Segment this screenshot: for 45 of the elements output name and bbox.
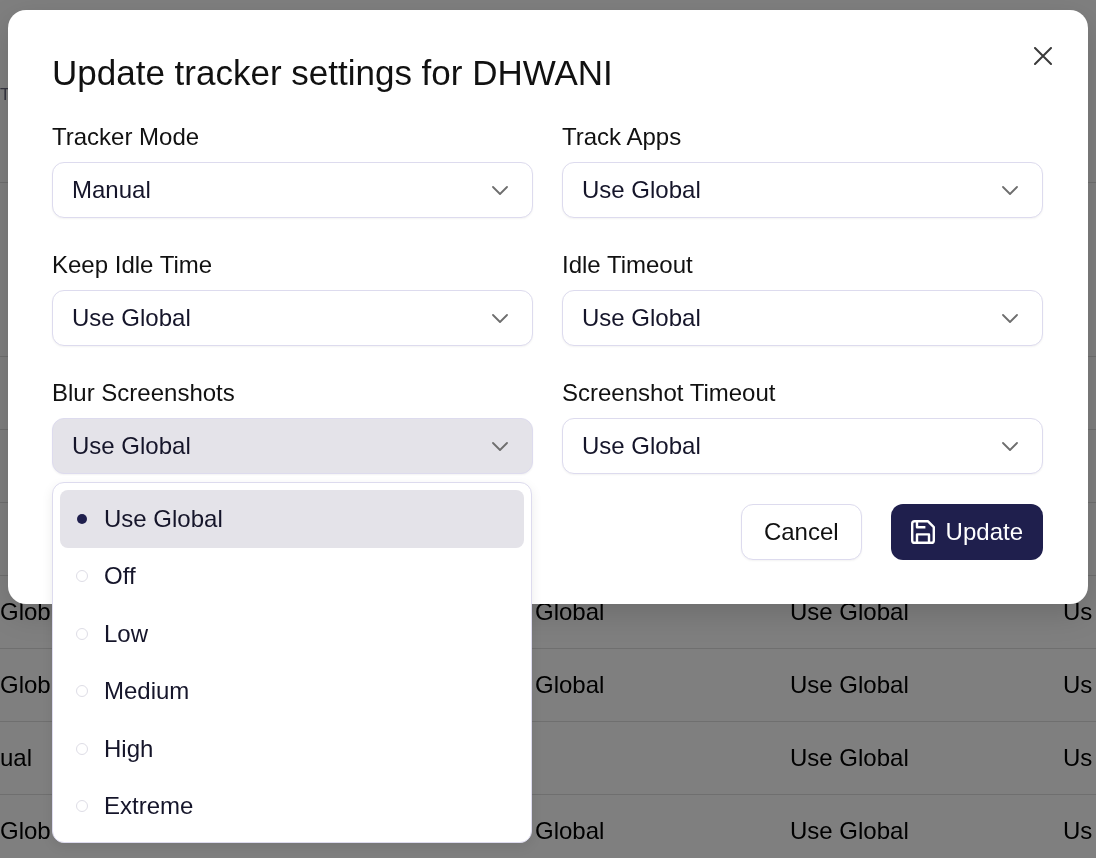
dropdown-option[interactable]: Low	[60, 605, 524, 663]
radio-icon	[77, 513, 87, 524]
save-icon	[910, 520, 935, 544]
select-field[interactable]: Manual	[52, 162, 533, 218]
chevron-down-icon	[492, 313, 508, 323]
close-icon	[1034, 47, 1052, 65]
select-field[interactable]: Use Global	[562, 162, 1043, 218]
field-label: Tracker Mode	[52, 123, 200, 151]
field-label: Keep Idle Time	[52, 251, 213, 279]
field-label: Idle Timeout	[562, 251, 693, 279]
table-cell: Us	[1063, 817, 1093, 845]
select-field[interactable]: Use Global	[562, 290, 1043, 346]
field-label: Blur Screenshots	[52, 379, 235, 407]
dropdown-option[interactable]: High	[60, 720, 524, 778]
table-cell: Glob	[0, 817, 51, 845]
table-cell: Global	[535, 817, 605, 845]
table-cell: Use Global	[790, 598, 909, 626]
dropdown-option[interactable]: Use Global	[60, 490, 524, 548]
table-cell: Glob	[0, 598, 51, 626]
chevron-down-icon	[492, 441, 508, 451]
chevron-down-icon	[492, 185, 508, 195]
table-cell: Global	[535, 598, 605, 626]
dropdown-option[interactable]: Medium	[60, 662, 524, 720]
chevron-down-icon	[1002, 185, 1018, 195]
select-field[interactable]: Use Global	[562, 418, 1043, 474]
table-cell: Use Global	[790, 671, 909, 699]
cancel-button[interactable]: Cancel	[740, 504, 862, 560]
table-cell: ual	[0, 744, 33, 772]
table-cell: Glob	[0, 671, 51, 699]
dropdown-option[interactable]: Extreme	[60, 777, 524, 835]
table-cell: Global	[535, 671, 605, 699]
chevron-down-icon	[1002, 313, 1018, 323]
field-label: Screenshot Timeout	[562, 379, 776, 407]
dropdown-option[interactable]: Off	[60, 547, 524, 605]
table-cell: Us	[1063, 671, 1093, 699]
chevron-down-icon	[1002, 441, 1018, 451]
table-cell: Use Global	[790, 817, 909, 845]
select-field[interactable]: Use Global	[52, 290, 533, 346]
table-cell: Us	[1063, 744, 1093, 772]
select-field[interactable]: Use Global	[52, 418, 533, 474]
dialog-title: Update tracker settings for DHWANI	[52, 52, 613, 94]
update-button[interactable]: Update	[890, 504, 1043, 560]
table-cell: Us	[1063, 598, 1093, 626]
field-label: Track Apps	[562, 123, 682, 151]
table-cell: Use Global	[790, 744, 909, 772]
